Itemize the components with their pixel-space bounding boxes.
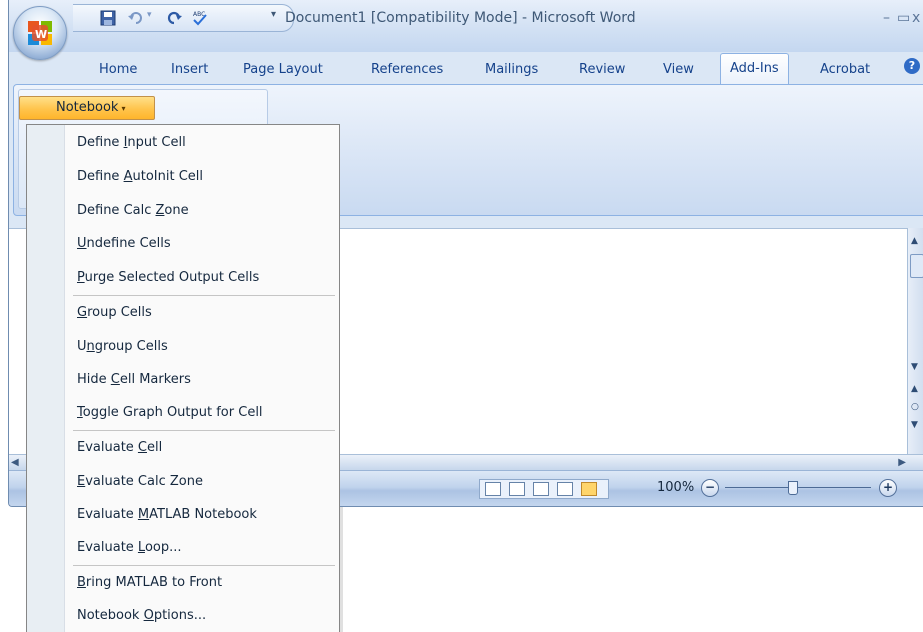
spelling-icon[interactable]: ABC [191,9,209,27]
undo-dropdown-icon[interactable]: ▾ [147,10,152,20]
notebook-menu-button[interactable]: Notebook ▾ [19,96,155,120]
menu-separator [73,295,335,296]
view-buttons [479,479,609,499]
svg-text:W: W [35,28,47,41]
menu-item-undefine-cells[interactable]: Undefine Cells [27,230,339,258]
tab-acrobat[interactable]: Acrobat [820,58,870,82]
scroll-up-icon[interactable]: ▲ [911,236,918,246]
maximize-button[interactable]: ▭ [897,10,910,26]
menu-item-evaluate-matlab-notebook[interactable]: Evaluate MATLAB Notebook [27,501,339,529]
minimize-button[interactable]: – [883,10,890,26]
print-layout-icon[interactable] [485,482,501,496]
zoom-level[interactable]: 100% [657,480,694,495]
scroll-right-icon[interactable]: ▶ [898,457,906,468]
save-icon[interactable] [99,9,117,27]
menu-item-define-calc-zone[interactable]: Define Calc Zone [27,197,339,225]
menu-item-purge-selected-output-cells[interactable]: Purge Selected Output Cells [27,264,339,292]
full-screen-reading-icon[interactable] [509,482,525,496]
office-button[interactable]: W [13,6,67,60]
menu-item-define-autoinit-cell[interactable]: Define AutoInit Cell [27,163,339,191]
menu-separator [73,565,335,566]
web-layout-icon[interactable] [533,482,549,496]
zoom-slider-track[interactable] [725,487,871,488]
vertical-scrollbar[interactable]: ▲ ▼ ▲ ○ ▼ [907,228,923,454]
browse-object-icon[interactable]: ○ [911,402,919,412]
window-title: Document1 [Compatibility Mode] - Microso… [285,10,636,26]
tab-view[interactable]: View [663,58,694,82]
notebook-button-label: Notebook [56,100,119,115]
tab-page-layout[interactable]: Page Layout [243,58,323,82]
quick-access-toolbar: ▾ ABC [73,4,294,32]
tab-references[interactable]: References [371,58,443,82]
menu-separator [73,430,335,431]
menu-item-evaluate-calc-zone[interactable]: Evaluate Calc Zone [27,468,339,496]
tab-add-ins[interactable]: Add-Ins [720,53,789,84]
draft-view-icon[interactable] [581,482,597,496]
next-page-icon[interactable]: ▼ [911,420,918,430]
menu-item-evaluate-loop[interactable]: Evaluate Loop... [27,534,339,562]
outline-view-icon[interactable] [557,482,573,496]
zoom-out-button[interactable]: − [701,479,719,497]
tab-review[interactable]: Review [579,58,625,82]
menu-item-hide-cell-markers[interactable]: Hide Cell Markers [27,366,339,394]
menu-item-ungroup-cells[interactable]: Ungroup Cells [27,333,339,361]
redo-icon[interactable] [165,9,183,27]
close-button[interactable]: x [912,10,920,26]
notebook-dropdown-menu: Define Input Cell Define AutoInit Cell D… [26,124,340,632]
previous-page-icon[interactable]: ▲ [911,384,918,394]
scroll-down-icon[interactable]: ▼ [911,362,918,372]
customize-qat-icon[interactable]: ▾ [271,9,276,20]
scroll-thumb[interactable] [910,254,923,278]
undo-icon[interactable] [127,9,145,27]
menu-item-notebook-options[interactable]: Notebook Options... [27,602,339,630]
tab-mailings[interactable]: Mailings [485,58,538,82]
scroll-left-icon[interactable]: ◀ [11,457,19,468]
menu-item-evaluate-cell[interactable]: Evaluate Cell [27,434,339,462]
chevron-down-icon: ▾ [121,104,126,113]
title-bar: ▾ ABC ▾ Document1 [Compatibility Mode] -… [9,0,923,52]
menu-item-define-input-cell[interactable]: Define Input Cell [27,129,339,157]
tab-home[interactable]: Home [99,58,137,82]
tab-insert[interactable]: Insert [171,58,208,82]
office-logo-icon: W [28,21,52,45]
zoom-in-button[interactable]: + [879,479,897,497]
menu-item-group-cells[interactable]: Group Cells [27,299,339,327]
menu-item-bring-matlab-to-front[interactable]: Bring MATLAB to Front [27,569,339,597]
menu-item-toggle-graph-output[interactable]: Toggle Graph Output for Cell [27,399,339,427]
help-icon[interactable]: ? [904,58,920,74]
zoom-slider-thumb[interactable] [788,481,798,495]
